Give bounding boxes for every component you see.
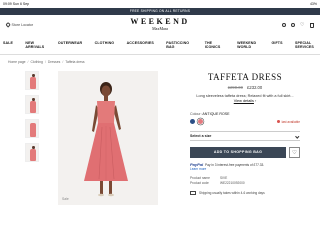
search-icon[interactable] <box>282 23 286 27</box>
breadcrumb-separator: / <box>44 60 46 64</box>
model-illustration <box>58 71 158 205</box>
breadcrumb-current: Taffeta dress <box>65 60 85 64</box>
status-time: 09:09 Sun 6 Sep <box>3 2 29 6</box>
meta-value: WE22210092000 <box>220 181 245 185</box>
thumbnail-2[interactable] <box>25 95 39 114</box>
shipping-info: Shipping usually takes within 4-6 workin… <box>190 191 300 196</box>
swatch-antique-rose[interactable] <box>198 119 203 125</box>
paypal-info: PayPal Pay in 3 interest-free payments o… <box>190 163 300 172</box>
logo-main-text: WEEKEND <box>130 17 190 26</box>
meta-key: Product code <box>190 181 209 185</box>
breadcrumb-separator: / <box>27 60 29 64</box>
account-icon[interactable] <box>291 23 295 27</box>
colour-value: ANTIQUE ROSE <box>202 112 230 117</box>
chevron-right-icon: › <box>255 99 257 104</box>
brand-logo[interactable]: WEEKEND MaxMara <box>0 17 320 31</box>
truck-icon <box>190 191 196 196</box>
main-product-image[interactable]: Sale <box>58 71 158 205</box>
paypal-text: Pay in 3 interest-free payments of £77.3… <box>205 163 265 168</box>
view-details-link[interactable]: View details <box>234 99 254 103</box>
nav-divider <box>0 54 320 55</box>
thumbnail-3[interactable] <box>25 119 39 138</box>
thumbnail-4[interactable] <box>25 143 39 162</box>
status-bar: 09:09 Sun 6 Sep 43% <box>0 0 320 8</box>
colour-swatches: last available <box>190 119 300 125</box>
nav-item-gifts[interactable]: GIFTS <box>272 41 283 53</box>
nav-item-clothing[interactable]: CLOTHING <box>95 41 115 53</box>
product-meta: Product name SIVE Product code WE2221009… <box>190 176 300 185</box>
nav-item-sale[interactable]: SALE <box>3 41 13 53</box>
wishlist-button[interactable]: ♡ <box>289 147 300 159</box>
colour-label-row: Colour: ANTIQUE ROSE <box>190 112 300 116</box>
shipping-text: Shipping usually takes within 4-6 workin… <box>199 190 265 195</box>
promo-banner[interactable]: FREE SHIPPING ON ALL RETURNS <box>0 8 320 15</box>
buy-actions: ADD TO SHOPPING BAG ♡ <box>190 147 300 159</box>
battery-status: 43% <box>309 2 317 6</box>
original-price: £290.00 <box>227 85 243 90</box>
nav-item-special-services[interactable]: SPECIAL SERVICES <box>295 41 317 53</box>
nav-item-accessories[interactable]: ACCESSORIES <box>127 41 154 53</box>
meta-row: Product code WE22210092000 <box>190 181 300 186</box>
status-time-text: 09:09 <box>3 2 12 6</box>
stock-note: last available <box>281 119 300 124</box>
status-date-text: Sun 6 Sep <box>12 2 30 6</box>
price-block: £290.00 £232.00 <box>190 85 300 90</box>
breadcrumb-dresses[interactable]: Dresses <box>48 60 60 64</box>
product-description: Long sleeveless taffeta dress; Relaxed f… <box>190 94 300 104</box>
product-details: TAFFETA DRESS £290.00 £232.00 Long sleev… <box>190 72 300 196</box>
size-selector[interactable]: Select a size <box>190 131 300 142</box>
breadcrumb-clothing[interactable]: Clothing <box>30 60 42 64</box>
main-navigation: SALE NEW ARRIVALS OUTERWEAR CLOTHING ACC… <box>0 41 320 53</box>
thumbnail-1[interactable] <box>25 71 39 90</box>
stock-dot-icon <box>277 120 281 124</box>
add-to-bag-button[interactable]: ADD TO SHOPPING BAG <box>190 147 286 159</box>
description-text: Long sleeveless taffeta dress; Relaxed f… <box>196 94 294 98</box>
size-selector-label: Select a size <box>190 134 212 139</box>
breadcrumb-home[interactable]: Home page <box>8 60 26 64</box>
product-title: TAFFETA DRESS <box>207 72 283 82</box>
paypal-learn-more-link[interactable]: Learn more <box>190 167 300 171</box>
chevron-down-icon <box>294 134 299 138</box>
header-actions: ♡ <box>282 23 314 28</box>
logo-sub-text: MaxMara <box>152 26 168 31</box>
heart-icon: ♡ <box>292 150 297 157</box>
shopping-bag-icon[interactable] <box>310 23 314 28</box>
site-header: Store Locator WEEKEND MaxMara ♡ <box>0 15 320 37</box>
nav-item-pasticcino-bag[interactable]: PASTICCINO BAG <box>166 41 192 53</box>
colour-label: Colour: <box>190 112 202 117</box>
stock-indicator: last available <box>277 120 300 124</box>
nav-item-outerwear[interactable]: OUTERWEAR <box>58 41 82 53</box>
thumbnail-gallery <box>25 71 43 167</box>
breadcrumb-separator: / <box>62 60 64 64</box>
swatch-blue[interactable] <box>190 119 195 125</box>
breadcrumb: Home page / Clothing / Dresses / Taffeta… <box>8 60 85 64</box>
wishlist-icon[interactable]: ♡ <box>300 23 305 28</box>
nav-item-weekend-world[interactable]: WEEKEND WORLD <box>237 41 259 53</box>
nav-item-the-iconics[interactable]: THE ICONICS <box>205 41 225 53</box>
sale-price: £232.00 <box>247 85 263 90</box>
nav-item-new-arrivals[interactable]: NEW ARRIVALS <box>25 41 45 53</box>
image-caption: Sale <box>62 197 69 201</box>
